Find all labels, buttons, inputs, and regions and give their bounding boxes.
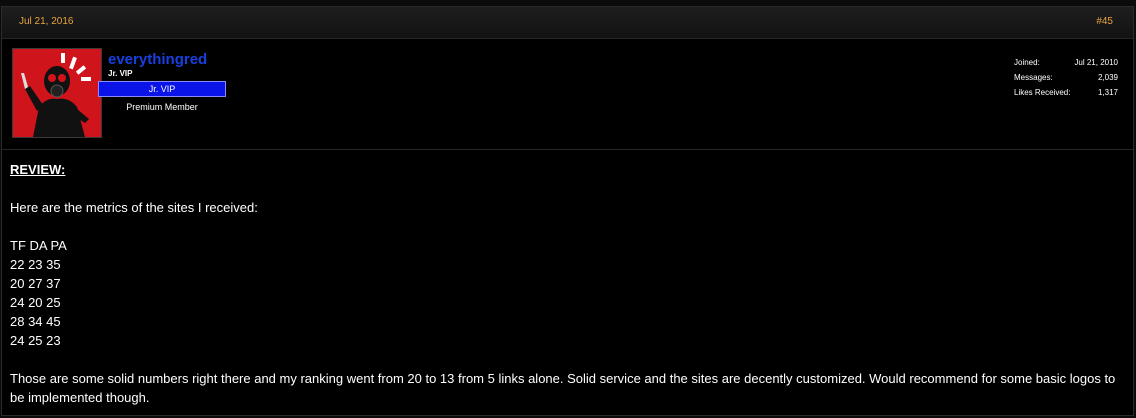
metrics-row: 28 34 45 — [10, 314, 61, 329]
metrics-row: 24 20 25 — [10, 295, 61, 310]
review-heading: REVIEW: — [10, 162, 66, 177]
intro-text: Here are the metrics of the sites I rece… — [10, 200, 258, 215]
user-avatar[interactable] — [12, 48, 102, 138]
stat-messages: Messages: 2,039 — [1014, 70, 1118, 85]
stat-likes-label: Likes Received: — [1014, 88, 1071, 97]
member-type: Premium Member — [126, 102, 198, 112]
post-permalink[interactable]: #45 — [1096, 16, 1113, 27]
stat-joined: Joined: Jul 21, 2010 — [1014, 55, 1118, 70]
user-info: everythingred Jr. VIP Jr. VIP Premium Me… — [2, 38, 1133, 150]
user-title: Jr. VIP — [108, 69, 133, 78]
metrics-row: 24 25 23 — [10, 333, 61, 348]
username-link[interactable]: everythingred — [108, 52, 207, 68]
gas-mask-figure-icon — [13, 49, 101, 137]
post-date: Jul 21, 2016 — [19, 16, 74, 27]
stat-joined-value: Jul 21, 2010 — [1074, 58, 1118, 67]
stat-messages-label: Messages: — [1014, 73, 1053, 82]
stat-joined-label: Joined: — [1014, 58, 1040, 67]
user-stats: Joined: Jul 21, 2010 Messages: 2,039 Lik… — [1014, 55, 1118, 100]
conclusion-text: Those are some solid numbers right there… — [10, 371, 1116, 405]
metrics-row: 22 23 35 — [10, 257, 61, 272]
user-banner: Jr. VIP — [98, 81, 226, 97]
stat-messages-value[interactable]: 2,039 — [1098, 70, 1118, 85]
metrics-header: TF DA PA — [10, 238, 67, 253]
stat-likes-value: 1,317 — [1097, 88, 1118, 97]
metrics-row: 20 27 37 — [10, 276, 61, 291]
forum-post: Jul 21, 2016 #45 everythingred Jr. VIP J… — [1, 6, 1134, 416]
post-header: Jul 21, 2016 #45 — [2, 7, 1133, 39]
stat-likes: Likes Received: 1,317 — [1014, 85, 1118, 100]
post-body: REVIEW: Here are the metrics of the site… — [10, 160, 1125, 407]
